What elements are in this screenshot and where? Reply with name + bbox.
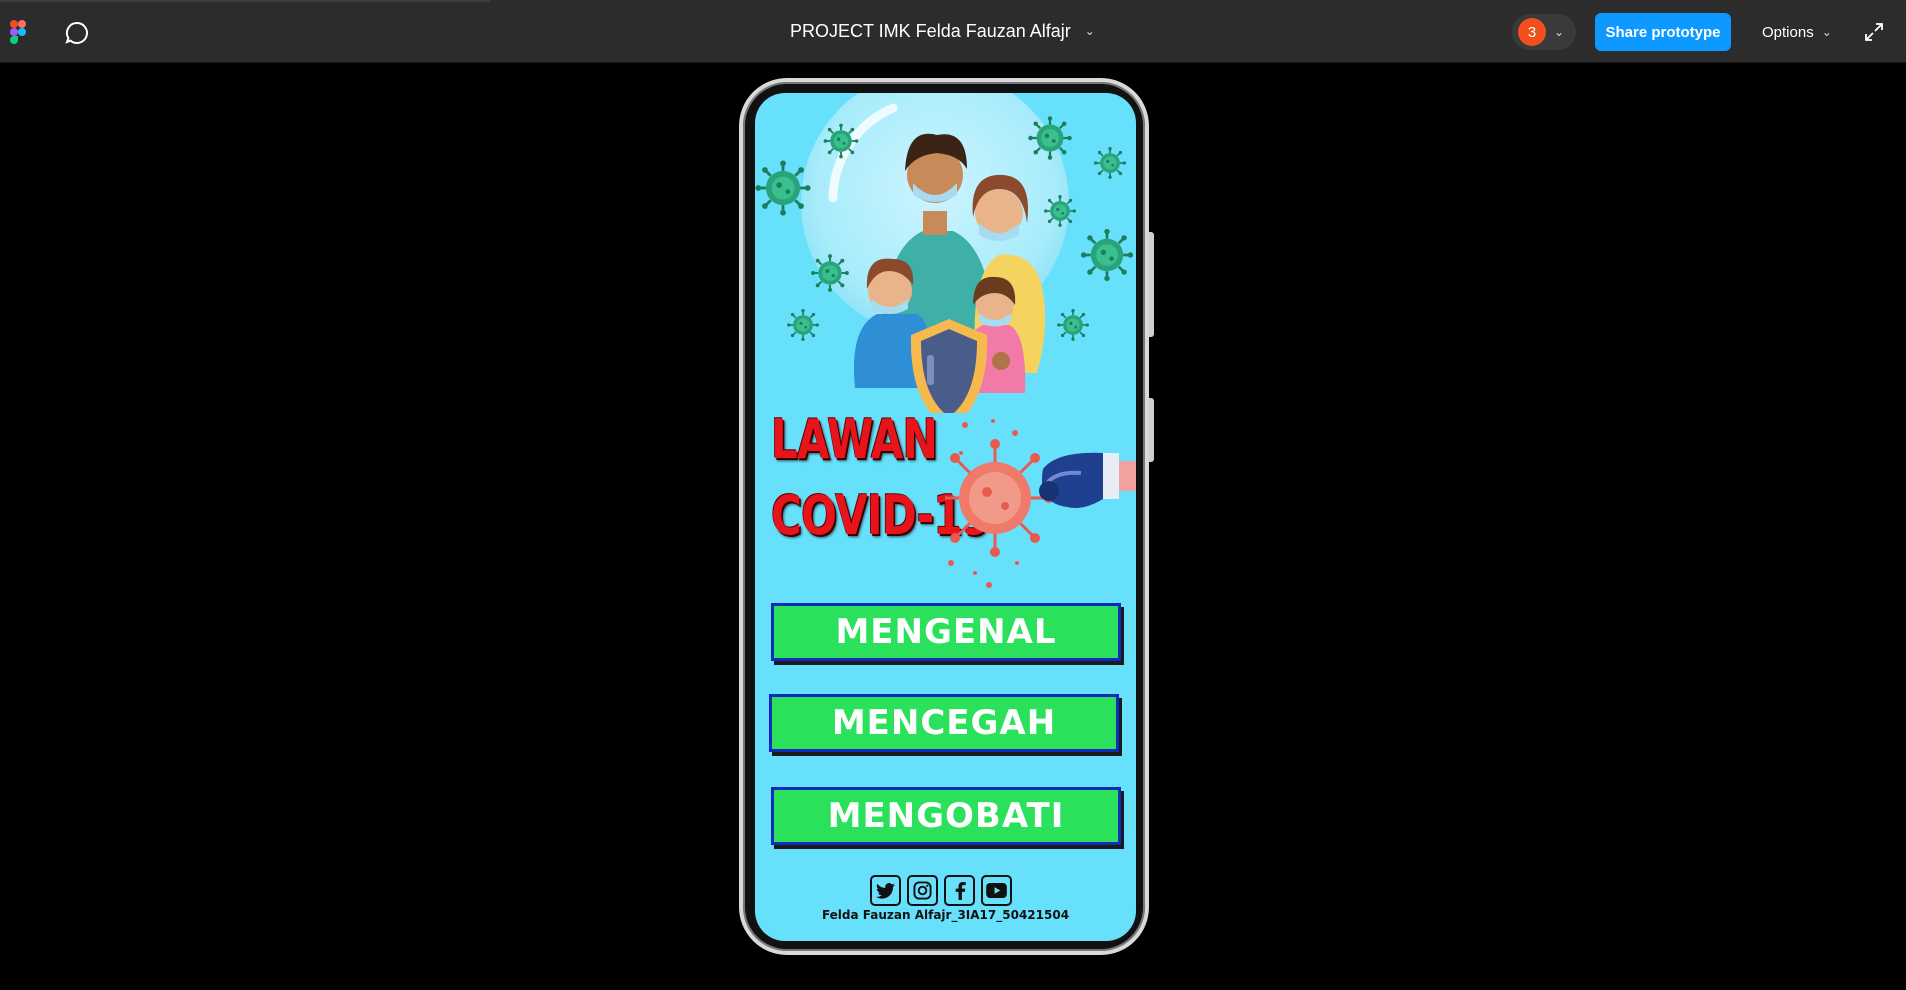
mengobati-button[interactable]: MENGOBATI [771, 787, 1121, 845]
social-links [870, 875, 1012, 906]
options-label: Options [1762, 23, 1814, 41]
facebook-icon[interactable] [944, 875, 975, 906]
family-protection-illustration [755, 93, 1135, 413]
prototype-screen: LAWAN COVID-19 MENGENAL MENCEGAH MENGOBA… [755, 93, 1136, 941]
share-prototype-button[interactable]: Share prototype [1595, 13, 1731, 51]
comment-icon[interactable] [64, 20, 90, 46]
loading-line [0, 0, 490, 2]
project-title-menu[interactable]: PROJECT IMK Felda Fauzan Alfajr ⌄ [790, 0, 1095, 62]
prototype-toolbar: PROJECT IMK Felda Fauzan Alfajr ⌄ 3 ⌄ Sh… [0, 0, 1906, 63]
project-title: PROJECT IMK Felda Fauzan Alfajr [790, 20, 1071, 41]
author-credit: Felda Fauzan Alfajr_3IA17_50421504 [821, 908, 1070, 922]
virus-punch-illustration [945, 419, 1136, 588]
expand-icon[interactable] [1864, 22, 1884, 42]
collaborator-count-badge: 3 [1518, 18, 1546, 46]
chevron-down-icon: ⌄ [1084, 24, 1095, 38]
title-line-1: LAWAN [771, 408, 938, 471]
chevron-down-icon: ⌄ [1554, 25, 1565, 39]
collaborators-dropdown[interactable]: 3 ⌄ [1512, 14, 1576, 50]
chevron-down-icon: ⌄ [1821, 25, 1832, 39]
title-banner: LAWAN COVID-19 [755, 413, 1136, 593]
phone-side-button [1149, 232, 1154, 337]
figma-logo-icon[interactable] [10, 20, 26, 44]
mengenal-button[interactable]: MENGENAL [771, 603, 1121, 661]
mencegah-button[interactable]: MENCEGAH [769, 694, 1119, 752]
options-menu-button[interactable]: Options ⌄ [1762, 13, 1832, 51]
instagram-icon[interactable] [907, 875, 938, 906]
phone-side-button [1149, 398, 1154, 462]
twitter-icon[interactable] [870, 875, 901, 906]
youtube-icon[interactable] [981, 875, 1012, 906]
